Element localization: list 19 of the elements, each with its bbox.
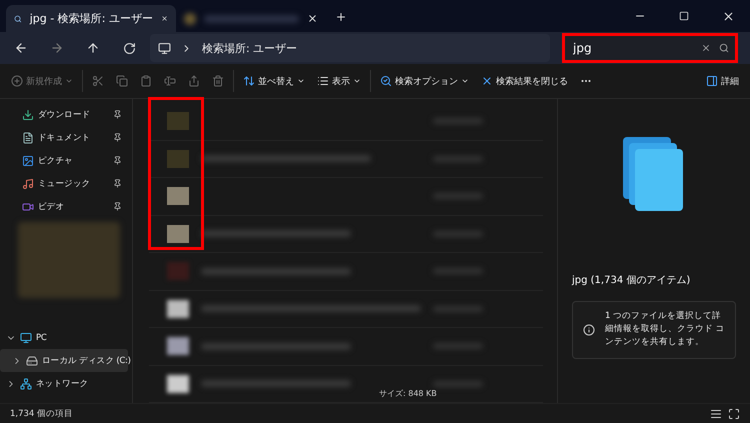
size-label: サイズ: 848 KB [379,388,437,399]
tree-item[interactable]: ネットワーク [0,372,128,395]
sidebar-item[interactable]: ドキュメント [0,126,128,149]
sidebar-item[interactable]: ミュージック [0,172,128,195]
info-text: 1 つのファイルを選択して詳細情報を取得し、クラウド コンテンツを共有します。 [605,310,725,350]
toolbar-button[interactable]: 表示 [312,67,366,95]
sidebar-item[interactable]: ビデオ [0,195,128,218]
address-bar[interactable]: 検索場所: ユーザー [150,34,550,62]
tree-item[interactable]: ローカル ディスク (C:) [0,349,128,372]
toolbar-button[interactable]: 並べ替え [238,67,310,95]
toolbar-button[interactable]: 検索結果を閉じる [476,67,573,95]
item-count: 1,734 個の項目 [10,408,74,420]
sidebar-item[interactable]: ピクチャ [0,149,128,172]
tree-item[interactable]: PC [0,326,128,349]
tab[interactable]: jpg - 検索場所: ユーザー [6,5,176,32]
sidebar-item[interactable]: ダウンロード [0,103,128,126]
details-title: jpg (1,734 個のアイテム) [572,274,692,287]
details-button[interactable]: 詳細 [701,67,744,95]
toolbar-button[interactable]: 検索オプション [375,67,474,95]
